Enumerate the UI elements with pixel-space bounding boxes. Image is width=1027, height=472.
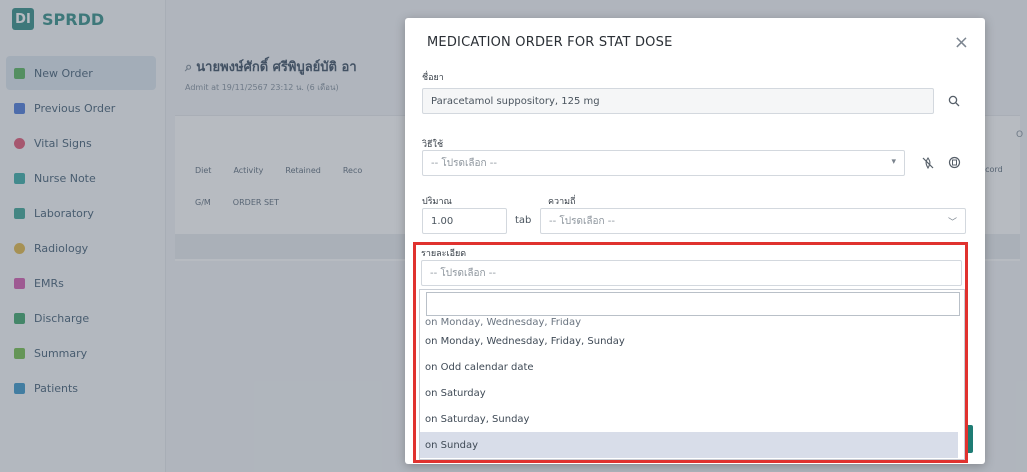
dropdown-option-label: on Odd calendar date — [425, 361, 534, 373]
dropdown-option-list: on Monday, Wednesday, Friday on Monday, … — [420, 318, 958, 459]
search-icon[interactable] — [945, 92, 963, 110]
drug-field[interactable]: Paracetamol suppository, 125 mg — [422, 88, 934, 114]
dropdown-search-input[interactable] — [426, 292, 960, 316]
detail-select[interactable]: -- โปรดเลือก -- — [421, 260, 962, 286]
close-icon[interactable]: × — [954, 32, 969, 53]
frequency-select[interactable]: -- โปรดเลือก -- ﹀ — [540, 208, 966, 234]
copy-icon[interactable] — [945, 153, 963, 171]
dropdown-option[interactable]: on Monday, Wednesday, Friday — [420, 318, 958, 328]
dropdown-option[interactable]: on Saturday — [420, 380, 958, 406]
amount-value: 1.00 — [431, 215, 454, 227]
dropdown-option[interactable]: on Saturday, Sunday — [420, 406, 958, 432]
save-button-edge[interactable] — [965, 425, 973, 453]
frequency-label: ความถี่ — [548, 197, 576, 207]
chevron-down-icon: ▾ — [891, 157, 896, 167]
dropdown-option-label: on Sunday — [425, 439, 479, 451]
detail-dropdown: on Monday, Wednesday, Friday on Monday, … — [419, 289, 965, 460]
route-select[interactable]: -- โปรดเลือก -- ▾ — [422, 150, 905, 176]
dropdown-option[interactable]: on Monday, Wednesday, Friday, Sunday — [420, 328, 958, 354]
detail-label: รายละเอียด — [421, 249, 467, 259]
route-label: วิธีใช้ — [422, 140, 444, 150]
drug-value: Paracetamol suppository, 125 mg — [431, 95, 600, 107]
amount-unit: tab — [515, 215, 532, 226]
amount-label: ปริมาณ — [422, 197, 452, 207]
chevron-down-icon: ﹀ — [947, 218, 957, 228]
dropdown-option-selected[interactable]: on Sunday — [420, 432, 958, 458]
drug-label: ชื่อยา — [422, 73, 444, 83]
route-placeholder: -- โปรดเลือก -- — [431, 157, 497, 169]
dropdown-option-label: on Monday, Wednesday, Friday — [425, 318, 582, 328]
dropdown-option-label: on Saturday — [425, 387, 486, 399]
detail-placeholder: -- โปรดเลือก -- — [430, 267, 496, 279]
frequency-placeholder: -- โปรดเลือก -- — [549, 215, 615, 227]
dropdown-option-label: on Saturday, Sunday — [425, 413, 530, 425]
modal-title: MEDICATION ORDER FOR STAT DOSE — [427, 35, 673, 50]
dropdown-option-label: on Monday, Wednesday, Friday, Sunday — [425, 335, 625, 347]
no-fire-icon[interactable] — [919, 154, 937, 172]
amount-input[interactable]: 1.00 — [422, 208, 507, 234]
dropdown-scrollbar[interactable] — [956, 318, 964, 459]
dropdown-option[interactable]: on Odd calendar date — [420, 354, 958, 380]
